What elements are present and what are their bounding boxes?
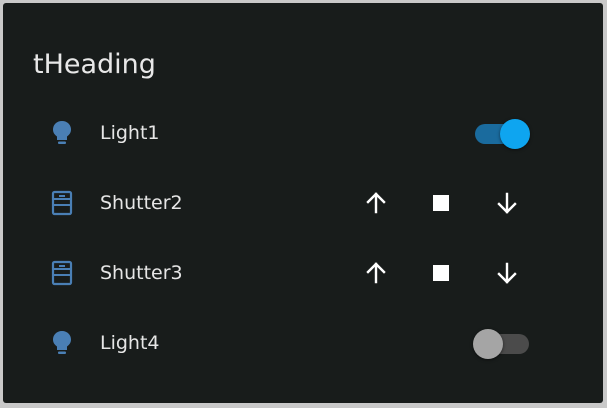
entity-row-light1[interactable]: Light1 bbox=[3, 109, 603, 157]
open-cover-button[interactable] bbox=[360, 257, 392, 289]
entity-row-shutter2[interactable]: Shutter2 bbox=[3, 179, 603, 227]
arrow-up-icon bbox=[366, 192, 386, 214]
arrow-down-icon bbox=[497, 192, 517, 214]
entity-row-shutter3[interactable]: Shutter3 bbox=[3, 249, 603, 297]
arrow-down-icon bbox=[497, 262, 517, 284]
entity-label: Shutter3 bbox=[100, 262, 183, 284]
light4-toggle[interactable] bbox=[473, 329, 531, 359]
stop-icon bbox=[433, 195, 449, 211]
lightbulb-icon[interactable] bbox=[47, 118, 77, 148]
entities-card: tHeading Light1 Shutter2 Shutter3 Light4 bbox=[3, 3, 603, 403]
open-cover-button[interactable] bbox=[360, 187, 392, 219]
toggle-knob bbox=[473, 329, 503, 359]
entity-row-light4[interactable]: Light4 bbox=[3, 319, 603, 367]
card-heading: tHeading bbox=[33, 49, 156, 80]
entity-label: Light1 bbox=[100, 122, 160, 144]
close-cover-button[interactable] bbox=[491, 257, 523, 289]
entity-label: Shutter2 bbox=[100, 192, 183, 214]
stop-cover-button[interactable] bbox=[425, 257, 457, 289]
entity-label: Light4 bbox=[100, 332, 160, 354]
light1-toggle[interactable] bbox=[473, 119, 531, 149]
window-shutter-icon[interactable] bbox=[47, 188, 77, 218]
toggle-knob bbox=[500, 119, 530, 149]
arrow-up-icon bbox=[366, 262, 386, 284]
stop-cover-button[interactable] bbox=[425, 187, 457, 219]
window-shutter-icon[interactable] bbox=[47, 258, 77, 288]
lightbulb-icon[interactable] bbox=[47, 328, 77, 358]
close-cover-button[interactable] bbox=[491, 187, 523, 219]
stop-icon bbox=[433, 265, 449, 281]
